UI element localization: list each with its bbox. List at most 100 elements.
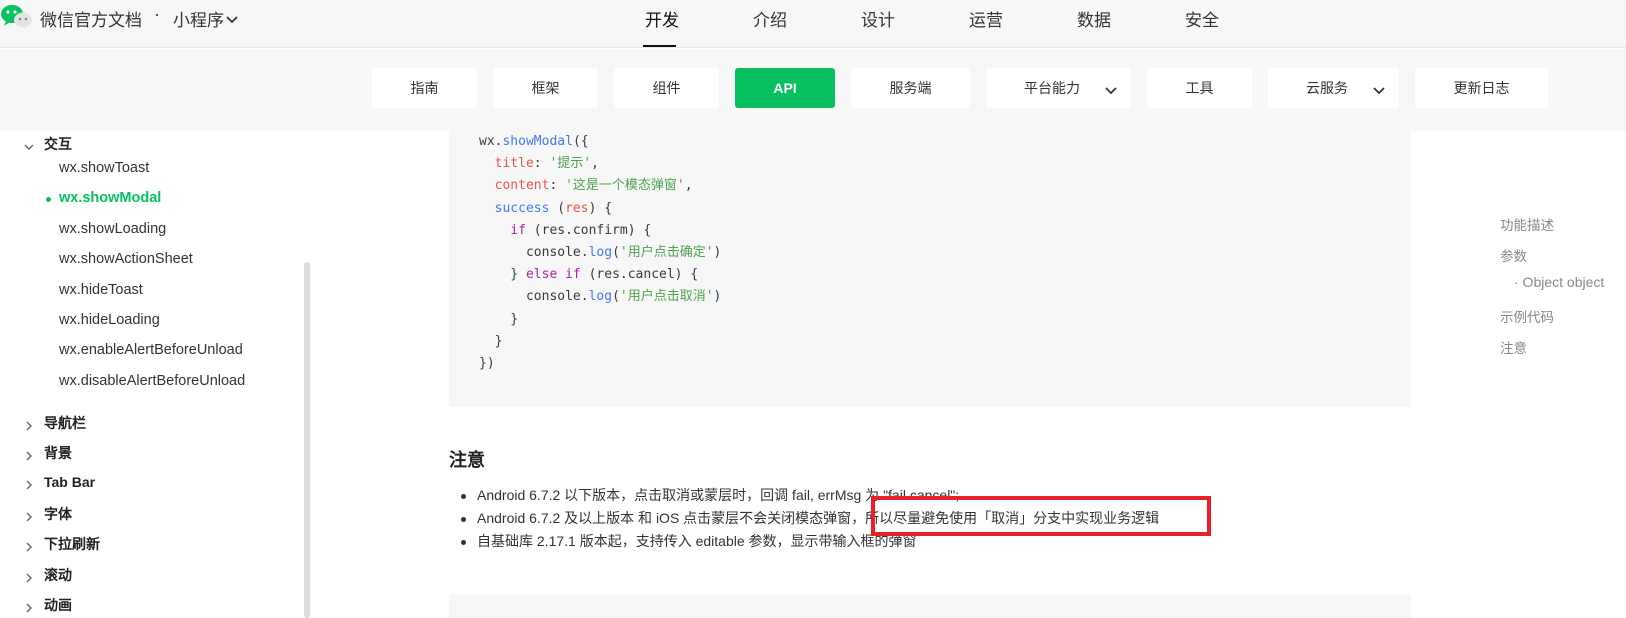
subnav-platform-dropdown[interactable]: 平台能力: [986, 68, 1131, 108]
chevron-down-icon: [1373, 83, 1385, 95]
code-line: title: '提示',: [494, 156, 599, 172]
sidebar-group-tabbar[interactable]: Tab Bar: [24, 474, 95, 490]
subnav-api-button[interactable]: API: [735, 68, 835, 108]
sidebar-item-disablealert[interactable]: wx.disableAlertBeforeUnload: [59, 373, 245, 389]
sidebar-item-showmodal[interactable]: wx.showModal: [59, 190, 161, 206]
sidebar-group-background[interactable]: 背景: [24, 443, 72, 463]
nav-tab-develop[interactable]: 开发: [645, 6, 679, 31]
sidebar-group-label: 背景: [44, 445, 72, 461]
sidebar-group-label: 下拉刷新: [44, 536, 100, 552]
toc-item-notes[interactable]: 注意: [1500, 337, 1527, 357]
brand-title[interactable]: 微信官方文档: [40, 6, 142, 31]
subnav-label: 框架: [531, 80, 560, 96]
code-token-prop: content: [494, 178, 550, 194]
sidebar-group-scroll[interactable]: 滚动: [24, 565, 72, 585]
subnav-label: 组件: [652, 80, 681, 96]
chevron-down-icon[interactable]: [226, 12, 238, 24]
sidebar-scrollbar[interactable]: [304, 262, 310, 618]
chevron-right-icon: [24, 509, 34, 522]
chevron-right-icon: [24, 477, 34, 490]
code-token-string: '这是一个模态弹窗': [565, 178, 685, 194]
sidebar-item-hideloading[interactable]: wx.hideLoading: [59, 312, 160, 328]
sidebar-group-label: 动画: [44, 597, 72, 613]
sidebar-item-showtoast[interactable]: wx.showToast: [59, 160, 149, 176]
code-token-string: '用户点击取消': [619, 289, 714, 305]
subnav-tools-button[interactable]: 工具: [1147, 68, 1252, 108]
code-token-fn: success: [494, 200, 550, 216]
code-token-fn: showModal: [502, 134, 573, 149]
code-token-fn: log: [588, 289, 613, 305]
nav-tab-design[interactable]: 设计: [861, 6, 895, 31]
sidebar-group-navbar[interactable]: 导航栏: [24, 413, 86, 433]
subnav-framework-button[interactable]: 框架: [493, 68, 598, 108]
subnav-label: API: [773, 80, 797, 96]
nav-tab-data[interactable]: 数据: [1077, 6, 1111, 31]
chevron-down-icon: [1105, 83, 1117, 95]
code-line: success (res) {: [494, 200, 613, 216]
subnav-label: 云服务: [1306, 80, 1348, 96]
nav-tab-intro[interactable]: 介绍: [753, 6, 787, 31]
sidebar-group-pulldown-refresh[interactable]: 下拉刷新: [24, 534, 100, 554]
chevron-down-icon: [24, 139, 34, 150]
code-line: }: [479, 311, 519, 327]
subnav-changelog-button[interactable]: 更新日志: [1415, 68, 1548, 108]
toc-item-params[interactable]: 参数: [1500, 245, 1527, 265]
sidebar-group-label: 交互: [44, 136, 72, 152]
code-content: wx.showModal({ title: '提示', content: '这是…: [479, 131, 721, 375]
brand-separator: ·: [154, 4, 160, 24]
sidebar-group-label: 字体: [44, 506, 72, 522]
sidebar-group-interaction[interactable]: 交互: [24, 134, 72, 154]
subnav-label: 工具: [1185, 80, 1214, 96]
sidebar-group-label: Tab Bar: [44, 474, 96, 490]
code-line: }: [479, 333, 503, 349]
code-line: }): [479, 356, 495, 372]
wechat-logo-icon[interactable]: [0, 2, 36, 32]
nav-tab-operate[interactable]: 运营: [969, 6, 1003, 31]
subnav-label: 平台能力: [1024, 80, 1080, 96]
subnav-guide-button[interactable]: 指南: [372, 68, 477, 108]
code-line: wx.showModal({: [479, 134, 589, 149]
sidebar-item-hidetoast[interactable]: wx.hideToast: [59, 282, 143, 298]
sidebar-group-animation[interactable]: 动画: [24, 595, 72, 615]
code-token-param: res: [565, 200, 589, 216]
code-token-string: '提示': [549, 156, 592, 172]
red-highlight-annotation: [871, 496, 1211, 536]
toc-item-example[interactable]: 示例代码: [1500, 306, 1554, 326]
sidebar-item-showactionsheet[interactable]: wx.showActionSheet: [59, 251, 193, 267]
sidebar-group-label: 滚动: [44, 567, 72, 583]
chevron-right-icon: [24, 418, 34, 431]
code-line: console.log('用户点击确定'): [479, 245, 722, 261]
active-bullet-icon: [46, 197, 51, 202]
code-token-string: '用户点击确定': [619, 245, 714, 261]
sidebar-item-enablealert[interactable]: wx.enableAlertBeforeUnload: [59, 342, 243, 358]
product-switcher[interactable]: 小程序: [173, 6, 224, 31]
top-navigation-bar: 微信官方文档 · 小程序 开发 介绍 设计 运营 数据 安全: [0, 0, 1626, 48]
subnav-label: 指南: [410, 80, 439, 96]
chevron-right-icon: [24, 570, 34, 583]
sidebar-group-label: 导航栏: [44, 415, 86, 431]
code-block: wx.showModal({ title: '提示', content: '这是…: [449, 131, 1411, 407]
code-line: content: '这是一个模态弹窗',: [494, 178, 693, 194]
subnav-components-button[interactable]: 组件: [614, 68, 719, 108]
nav-tab-security[interactable]: 安全: [1185, 6, 1219, 31]
subnav-server-button[interactable]: 服务端: [851, 68, 970, 108]
toc-item-description[interactable]: 功能描述: [1500, 214, 1554, 234]
toc-item-object[interactable]: · Object object: [1514, 274, 1604, 290]
chevron-right-icon: [24, 448, 34, 461]
code-token-keyword: else: [525, 267, 558, 283]
code-token-keyword: if: [510, 222, 526, 238]
code-token-prop: title: [494, 156, 534, 172]
subnav-label: 服务端: [889, 80, 932, 96]
chevron-right-icon: [24, 539, 34, 552]
code-token-fn: log: [588, 245, 613, 261]
subnav-cloud-dropdown[interactable]: 云服务: [1268, 68, 1399, 108]
code-token-keyword: if: [565, 267, 581, 283]
section-heading-notes: 注意: [449, 450, 485, 470]
sidebar-item-showloading[interactable]: wx.showLoading: [59, 221, 166, 237]
active-tab-indicator: [643, 45, 676, 47]
chevron-right-icon: [24, 600, 34, 613]
code-block: [449, 594, 1411, 618]
code-line: if (res.confirm) {: [510, 222, 652, 238]
sidebar-group-font[interactable]: 字体: [24, 504, 72, 524]
code-line: console.log('用户点击取消'): [479, 289, 722, 305]
